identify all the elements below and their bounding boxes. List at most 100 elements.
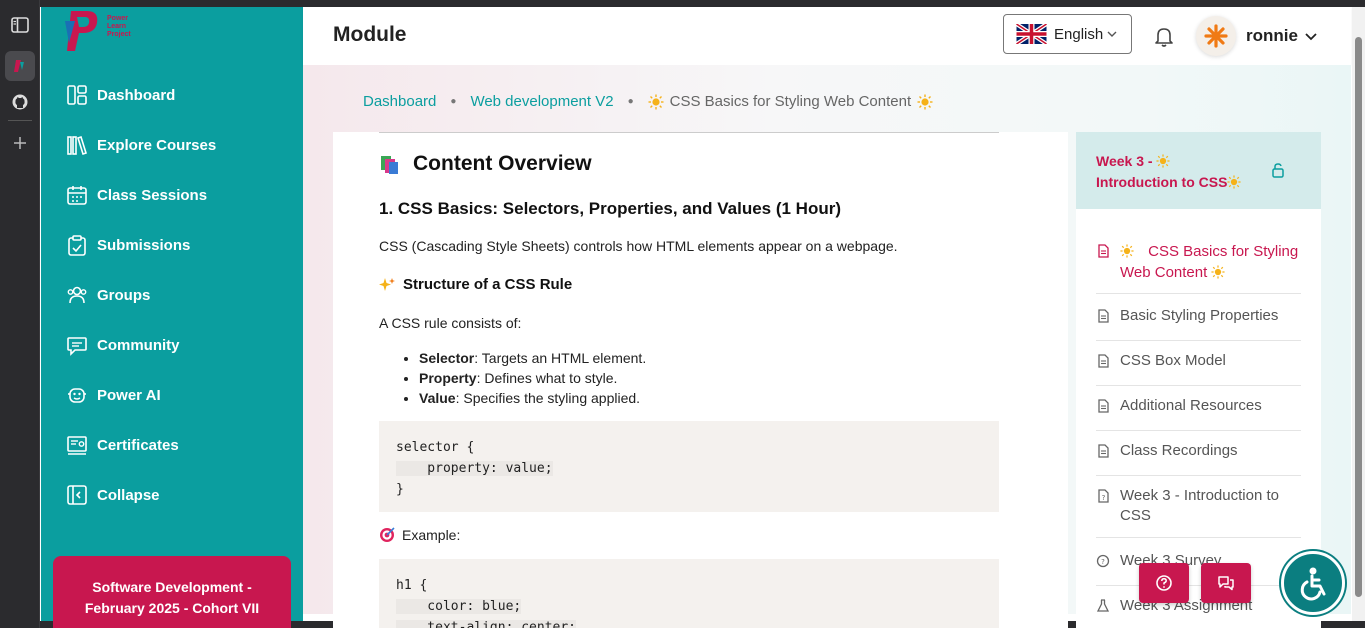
svg-text:?: ? (1102, 494, 1106, 502)
sidebar-item-power-ai[interactable]: Power AI (66, 380, 161, 410)
week-title: Week 3 - Introduction to CSS (1096, 151, 1256, 193)
list-item: Property: Defines what to style. (419, 368, 646, 388)
sidebar-item-dashboard[interactable]: Dashboard (66, 80, 175, 110)
sidebar-item-explore-courses[interactable]: Explore Courses (66, 130, 216, 160)
breadcrumb-web-development[interactable]: Web development V2 (470, 93, 613, 110)
messages-icon (1218, 576, 1234, 591)
sidebar-item-community[interactable]: Community (66, 330, 180, 360)
lesson-item-basic-styling[interactable]: Basic Styling Properties (1096, 306, 1301, 341)
lesson-item-week3-quiz[interactable]: ? Week 3 - Introduction to CSS (1096, 486, 1301, 538)
example-label: Example: (379, 527, 460, 543)
sidebar-item-label: Class Sessions (97, 186, 208, 204)
chat-button[interactable] (1201, 563, 1251, 603)
code-block-syntax: selector { property: value;} (379, 421, 999, 512)
document-icon (1098, 244, 1109, 258)
app-tab-icon[interactable] (5, 51, 35, 81)
certificate-icon (67, 436, 87, 455)
flask-icon (1096, 599, 1110, 612)
sidebar-item-label: Dashboard (97, 86, 176, 104)
github-icon[interactable] (5, 87, 35, 117)
chevron-down-icon (1305, 33, 1317, 41)
sidebar-item-certificates[interactable]: Certificates (66, 430, 179, 460)
avatar (1196, 16, 1236, 56)
calendar-icon (67, 186, 87, 205)
content-divider (379, 132, 999, 133)
top-header: Module English ronnie (303, 7, 1351, 65)
section-heading: 1. CSS Basics: Selectors, Properties, an… (379, 199, 842, 218)
sidebar-item-label: Collapse (97, 486, 160, 504)
list-item: Selector: Targets an HTML element. (419, 348, 646, 368)
quiz-icon: ? (1098, 489, 1109, 503)
rule-heading: Structure of a CSS Rule (379, 276, 572, 293)
logo-mark-icon (65, 11, 98, 51)
browser-side-strip (0, 0, 40, 628)
sparkles-icon (379, 277, 395, 291)
page-title: Module (333, 23, 407, 46)
lesson-item-week3-survey[interactable]: ? Week 3 Survey (1096, 551, 1301, 586)
lesson-item-week3-assignment[interactable]: Week 3 Assignment (1096, 596, 1301, 628)
lesson-label: Class Recordings (1120, 442, 1238, 459)
unlock-icon (1272, 163, 1284, 178)
sidebar-item-collapse[interactable]: Collapse (66, 480, 160, 510)
language-label: English (1054, 25, 1104, 43)
page-scrollbar[interactable] (1352, 7, 1365, 621)
sidebar-item-groups[interactable]: Groups (66, 280, 150, 310)
lesson-label: CSS Basics for Styling Web Content (1120, 243, 1299, 281)
books-emoji-icon (381, 156, 398, 174)
lesson-label: Basic Styling Properties (1120, 307, 1279, 324)
lesson-item-additional-resources[interactable]: Additional Resources (1096, 396, 1301, 431)
chat-icon (67, 337, 87, 356)
help-button[interactable] (1139, 563, 1189, 603)
sun-icon (1120, 244, 1134, 258)
lesson-content: Content Overview 1. CSS Basics: Selector… (333, 132, 1068, 628)
books-icon (67, 135, 87, 156)
content-overview-heading: Content Overview (379, 152, 592, 176)
sidebar-item-class-sessions[interactable]: Class Sessions (66, 180, 207, 210)
lesson-item-css-basics[interactable]: CSS Basics for Styling Web Content (1096, 241, 1301, 294)
breadcrumb-dashboard[interactable]: Dashboard (363, 93, 436, 110)
document-icon (1098, 354, 1109, 368)
lesson-label: Week 3 - Introduction to CSS (1120, 487, 1279, 524)
logo[interactable]: Power Learn Project (63, 7, 163, 53)
content-overview-title: Content Overview (413, 152, 592, 175)
sun-icon (1211, 265, 1226, 279)
logo-text: Power Learn Project (107, 15, 131, 38)
lesson-item-class-recordings[interactable]: Class Recordings (1096, 441, 1301, 476)
document-icon (1098, 309, 1109, 323)
wheelchair-icon (1300, 567, 1326, 601)
chevron-down-icon (1107, 31, 1117, 37)
week-header[interactable]: Week 3 - Introduction to CSS (1076, 132, 1321, 209)
rule-intro: A CSS rule consists of: (379, 315, 522, 331)
target-icon (380, 527, 395, 542)
accessibility-button[interactable] (1281, 551, 1345, 615)
dashboard-icon (67, 85, 87, 105)
intro-paragraph: CSS (Cascading Style Sheets) controls ho… (379, 238, 898, 254)
bell-icon[interactable] (1153, 25, 1175, 47)
sun-icon (917, 94, 933, 109)
cohort-line-2: February 2025 - Cohort VII (84, 600, 260, 616)
sidebar-item-submissions[interactable]: Submissions (66, 230, 190, 260)
sidebar-item-label: Power AI (97, 386, 161, 404)
document-icon (1098, 399, 1109, 413)
rule-heading-text: Structure of a CSS Rule (403, 276, 573, 293)
sidebar-toggle-icon[interactable] (5, 10, 35, 40)
user-name: ronnie (1246, 26, 1298, 45)
cohort-badge[interactable]: Software Development - February 2025 - C… (53, 556, 291, 628)
robot-icon (68, 388, 86, 403)
sidebar-item-label: Groups (97, 286, 151, 304)
language-selector[interactable]: English (1003, 14, 1132, 54)
breadcrumb: Dashboard ● Web development V2 ● CSS Bas… (363, 93, 933, 110)
strip-divider (8, 120, 32, 121)
sidebar: Power Learn Project Dashboard Explore Co… (41, 7, 303, 628)
question-icon (1156, 575, 1172, 591)
plus-icon[interactable] (5, 128, 35, 158)
lesson-item-box-model[interactable]: CSS Box Model (1096, 351, 1301, 386)
svg-text:?: ? (1101, 558, 1105, 566)
uk-flag-icon (1016, 24, 1047, 44)
scrollbar-thumb[interactable] (1355, 37, 1362, 597)
breadcrumb-separator: ● (627, 96, 634, 107)
sun-icon (648, 94, 664, 109)
document-icon (1098, 444, 1109, 458)
list-item: Value: Specifies the styling applied. (419, 388, 646, 408)
user-menu[interactable]: ronnie (1196, 16, 1318, 56)
